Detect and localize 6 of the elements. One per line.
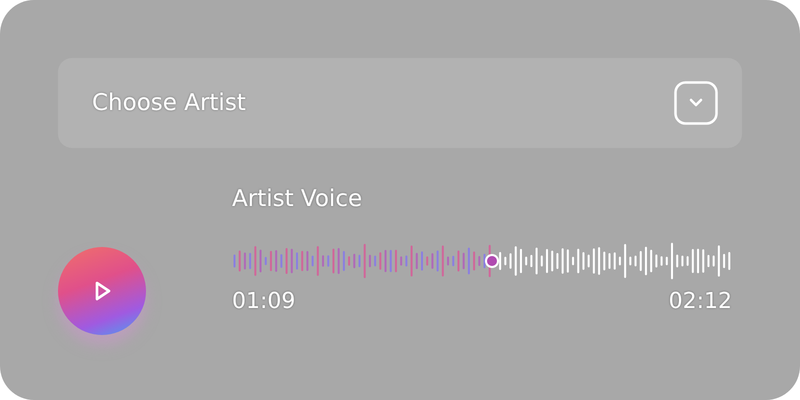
elapsed-time: 01:09 (232, 289, 296, 314)
artist-dropdown[interactable]: Choose Artist (58, 58, 742, 148)
progress-thumb[interactable] (485, 254, 499, 268)
chevron-down-icon (674, 81, 718, 125)
total-time: 02:12 (668, 289, 732, 314)
track-title: Artist Voice (232, 185, 364, 214)
